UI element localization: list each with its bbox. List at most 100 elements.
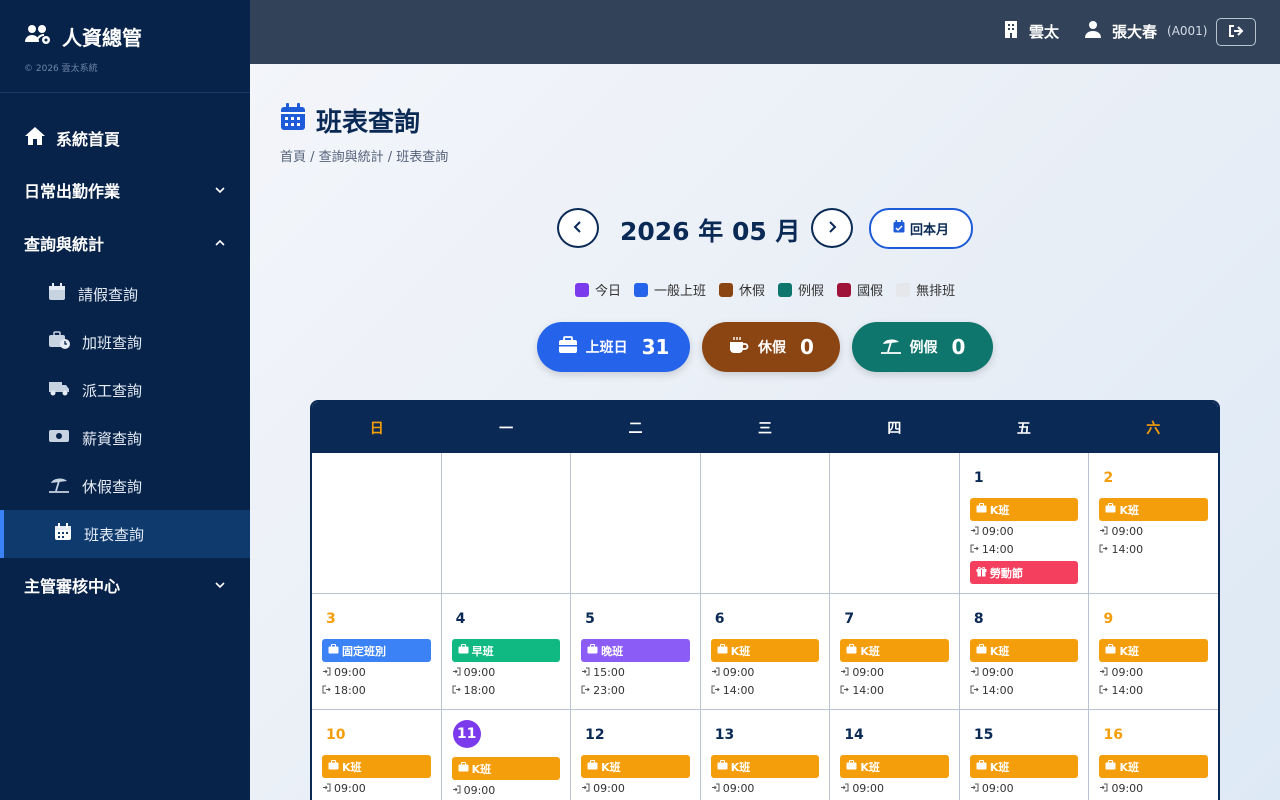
calendar-day-cell[interactable]: 9 K班 09:00 14:00: [1089, 594, 1218, 709]
clock-in-time: 09:00: [1099, 781, 1208, 796]
legend-swatch: [778, 282, 793, 297]
shift-tag[interactable]: 早班: [451, 639, 561, 662]
calendar-day-cell[interactable]: 10 K班 09:00: [312, 710, 442, 800]
shift-tag[interactable]: K班: [969, 498, 1079, 521]
shift-name: K班: [342, 760, 362, 774]
day-number: 2: [1103, 470, 1114, 486]
sidebar-item-schedule-query[interactable]: 班表查詢: [0, 510, 250, 558]
sidebar-item-label: 薪資查詢: [82, 429, 143, 448]
calendar-day-cell[interactable]: 15 K班 09:00: [960, 710, 1090, 800]
nav-home[interactable]: 系統首頁: [0, 118, 250, 158]
legend: 今日 一般上班 休假 例假 國假 無排班: [575, 280, 968, 299]
shift-tag[interactable]: K班: [840, 755, 949, 778]
clock-in-time: 09:00: [970, 781, 1079, 796]
legend-swatch: [896, 282, 911, 297]
nav-daily[interactable]: 日常出勤作業: [0, 170, 250, 210]
clock-in-time: 09:00: [970, 524, 1079, 539]
shift-tag[interactable]: K班: [969, 755, 1079, 778]
legend-item: 例假: [778, 280, 824, 299]
nav-manager[interactable]: 主管審核中心: [0, 565, 250, 605]
truck-icon: [48, 379, 70, 401]
sign-in-icon: [840, 666, 849, 679]
shift-tag[interactable]: 晚班: [581, 639, 690, 662]
shift-tag[interactable]: K班: [710, 639, 820, 662]
calendar-week-row: 1 K班 09:00 14:00 勞動節 2 K班 09:00 14:00: [312, 453, 1218, 594]
next-month-button[interactable]: [811, 208, 853, 248]
briefcase-icon: [976, 644, 987, 657]
time-value: 14:00: [1111, 684, 1144, 697]
shift-tag[interactable]: K班: [710, 755, 820, 778]
weekday-header: 一: [499, 420, 514, 437]
calendar-day-cell[interactable]: 4 早班 09:00 18:00: [442, 594, 572, 709]
sign-in-icon: [711, 782, 720, 795]
sidebar-item-label: 請假查詢: [78, 285, 139, 304]
stat-label: 休假: [758, 340, 787, 356]
calendar-day-cell[interactable]: 16 K班 09:00: [1089, 710, 1218, 800]
calendar-icon: [54, 523, 72, 545]
time-value: 09:00: [852, 782, 885, 795]
sidebar-item-leave-query[interactable]: 請假查詢: [0, 270, 250, 318]
clock-in-time: 09:00: [711, 665, 820, 680]
sign-in-icon: [711, 666, 720, 679]
shift-tag[interactable]: K班: [840, 639, 949, 662]
sidebar-item-dispatch-query[interactable]: 派工查詢: [0, 366, 250, 414]
calendar-empty-cell: [571, 453, 701, 593]
time-value: 09:00: [1111, 525, 1144, 538]
logout-button[interactable]: [1216, 18, 1256, 46]
time-value: 14:00: [981, 684, 1014, 697]
schedule-calendar: 日 一 二 三 四 五 六 1 K班 09:00 14:00 勞動節 2 K班 09:00 14:00 3 固定…: [310, 400, 1220, 800]
shift-tag[interactable]: K班: [451, 757, 561, 780]
sidebar-item-vacation-query[interactable]: 休假查詢: [0, 462, 250, 510]
sign-in-icon: [970, 666, 979, 679]
calendar-day-cell[interactable]: 2 K班 09:00 14:00: [1089, 453, 1218, 593]
shift-tag[interactable]: K班: [1099, 498, 1209, 521]
briefcase-icon: [558, 336, 578, 358]
calendar-week-row: 10 K班 09:00 11 K班 09:00 12 K班 09:00 13 K班 09:00 14 K班…: [312, 710, 1218, 800]
sign-in-icon: [970, 782, 979, 795]
calendar-day-cell[interactable]: 3 固定班別 09:00 18:00: [312, 594, 442, 709]
calendar-day-cell[interactable]: 7 K班 09:00 14:00: [830, 594, 960, 709]
user-name: 張大春: [1112, 22, 1158, 41]
shift-tag[interactable]: 固定班別: [322, 639, 431, 662]
umbrella-beach-icon: [48, 475, 70, 497]
sign-out-icon: [711, 684, 720, 697]
shift-tag[interactable]: K班: [581, 755, 690, 778]
day-number: 12: [585, 727, 605, 743]
calendar-day-cell[interactable]: 5 晚班 15:00 23:00: [571, 594, 701, 709]
current-month-button[interactable]: 回本月: [869, 208, 973, 249]
shift-tag[interactable]: K班: [1099, 639, 1209, 662]
calendar-day-cell[interactable]: 6 K班 09:00 14:00: [701, 594, 831, 709]
legend-item: 休假: [719, 280, 765, 299]
day-number: 16: [1103, 727, 1123, 743]
shift-tag[interactable]: K班: [1099, 755, 1209, 778]
prev-month-button[interactable]: [557, 208, 599, 248]
chevron-left-icon: [572, 219, 584, 238]
calendar-day-cell[interactable]: 13 K班 09:00: [701, 710, 831, 800]
holiday-tag[interactable]: 勞動節: [969, 561, 1079, 584]
stat-label: 例假: [909, 340, 938, 356]
shift-tag[interactable]: K班: [322, 755, 431, 778]
time-value: 18:00: [463, 684, 496, 697]
time-value: 18:00: [334, 684, 366, 697]
nav-query[interactable]: 查詢與統計: [0, 223, 250, 263]
clock-in-time: 09:00: [581, 781, 690, 796]
shift-tag[interactable]: K班: [969, 639, 1079, 662]
weekday-header: 五: [1016, 420, 1031, 437]
calendar-day-cell[interactable]: 11 K班 09:00: [442, 710, 572, 800]
clock-in-time: 09:00: [840, 781, 949, 796]
calendar-day-cell[interactable]: 1 K班 09:00 14:00 勞動節: [960, 453, 1090, 593]
calendar-day-cell[interactable]: 12 K班 09:00: [571, 710, 701, 800]
sidebar-item-overtime-query[interactable]: 加班查詢: [0, 318, 250, 366]
clock-in-time: 09:00: [840, 665, 949, 680]
umbrella-beach-icon: [880, 336, 902, 358]
briefcase-icon: [328, 644, 339, 657]
briefcase-icon: [587, 760, 598, 773]
clock-in-time: 09:00: [970, 665, 1079, 680]
calendar-day-cell[interactable]: 8 K班 09:00 14:00: [960, 594, 1090, 709]
sidebar-item-salary-query[interactable]: 薪資查詢: [0, 414, 250, 462]
calendar-day-cell[interactable]: 14 K班 09:00: [830, 710, 960, 800]
clock-out-time: 14:00: [1099, 542, 1208, 557]
day-number: 14: [844, 727, 864, 743]
time-value: 09:00: [1111, 666, 1144, 679]
sidebar-item-label: 加班查詢: [82, 333, 143, 352]
